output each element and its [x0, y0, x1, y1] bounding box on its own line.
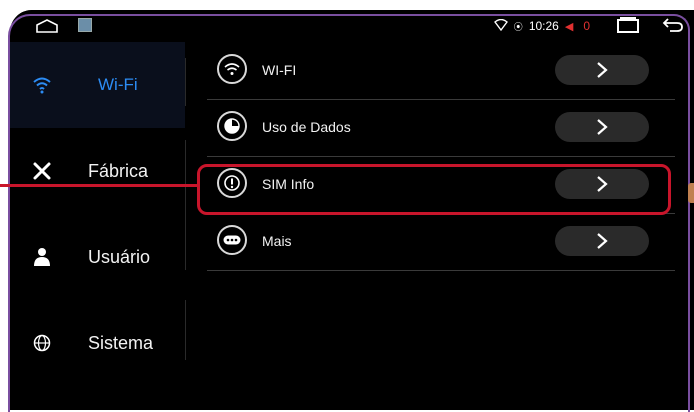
sidebar-item-label: Fábrica [88, 160, 149, 181]
globe-icon [32, 333, 52, 353]
edge-marker [688, 183, 694, 203]
back-icon[interactable] [662, 17, 684, 36]
data-usage-icon [217, 111, 247, 141]
list-item-sim-info[interactable]: SIM Info [207, 156, 675, 214]
chevron-right-icon [597, 176, 608, 192]
sidebar-item-sistema[interactable]: Sistema [10, 300, 185, 386]
tools-icon [32, 161, 52, 181]
settings-sidebar: Wi-Fi Fábrica Usuário Sistema [10, 42, 185, 410]
divider [185, 140, 186, 270]
divider [185, 58, 186, 106]
list-item-mais[interactable]: Mais [207, 213, 675, 271]
wifi-icon [493, 18, 508, 34]
callout-pointer-line [0, 184, 197, 187]
image-icon [78, 18, 92, 32]
chevron-right-icon [597, 119, 608, 135]
sidebar-item-label: Usuário [88, 246, 151, 267]
wifi-icon [217, 54, 247, 84]
wifi-icon [32, 75, 52, 95]
list-item-label: SIM Info [262, 176, 315, 192]
location-icon: ⦿ [513, 21, 523, 32]
user-icon [32, 247, 52, 267]
recent-apps-icon[interactable] [616, 16, 640, 36]
list-item-label: Uso de Dados [262, 119, 351, 135]
alert-count: 0 [583, 19, 590, 33]
settings-list: WI-FI Uso de Dados SIM Info Mais [195, 42, 694, 410]
chevron-right-icon [597, 62, 608, 78]
status-bar: ⦿ 10:26 ◀ 0 [10, 10, 694, 42]
more-icon [217, 225, 247, 255]
sidebar-item-fabrica[interactable]: Fábrica [10, 128, 185, 214]
status-bar-right: ⦿ 10:26 ◀ 0 [488, 14, 684, 38]
chevron-right-icon [597, 233, 608, 249]
chevron-right-button[interactable] [555, 55, 649, 85]
list-item-label: WI-FI [262, 62, 297, 78]
chevron-right-button[interactable] [555, 226, 649, 256]
divider [185, 300, 186, 360]
sidebar-item-wifi[interactable]: Wi-Fi [10, 42, 185, 128]
clock-time: 10:26 [528, 19, 559, 33]
chevron-right-button[interactable] [555, 169, 649, 199]
list-item-uso-de-dados[interactable]: Uso de Dados [207, 99, 675, 157]
sidebar-item-label: Wi-Fi [98, 75, 138, 94]
chevron-right-button[interactable] [555, 112, 649, 142]
mute-icon: ◀ [564, 20, 574, 33]
list-item-wifi[interactable]: WI-FI [207, 42, 675, 100]
list-item-label: Mais [262, 233, 292, 249]
sidebar-item-usuario[interactable]: Usuário [10, 214, 185, 300]
home-icon[interactable] [36, 19, 58, 38]
car-head-unit-screen: ⦿ 10:26 ◀ 0 Wi-Fi Fábrica Usuário Sistem… [10, 10, 694, 410]
sidebar-item-label: Sistema [88, 332, 154, 353]
info-icon [217, 168, 247, 198]
